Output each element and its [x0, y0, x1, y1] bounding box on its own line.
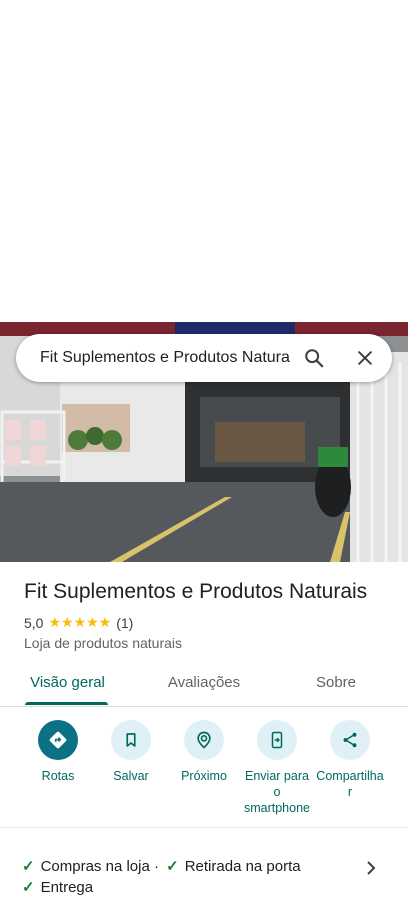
rating-value: 5,0 [24, 614, 44, 631]
search-input[interactable] [40, 349, 290, 367]
check-icon: ✓ [166, 858, 179, 875]
tab-about[interactable]: Sobre [296, 662, 376, 706]
section-divider [0, 827, 408, 828]
rating-row[interactable]: 5,0 ★★★★★ (1) [24, 614, 133, 631]
send-to-phone-label-line1: Enviar para [245, 769, 309, 783]
blank-map-area [0, 0, 408, 322]
service-options[interactable]: ✓ Compras na loja · ✓ Retirada na porta ✓ E… [22, 856, 301, 898]
share-label: Compartilha r [316, 768, 383, 800]
share-icon [330, 720, 370, 760]
bookmark-icon [111, 720, 151, 760]
feature-separator: · [153, 858, 159, 875]
nearby-icon [184, 720, 224, 760]
send-to-phone-icon [257, 720, 297, 760]
send-to-phone-button[interactable]: Enviar para o smartphone [239, 720, 315, 816]
feature-delivery: Entrega [40, 879, 94, 896]
check-icon: ✓ [22, 879, 35, 896]
share-label-line2: r [347, 785, 353, 799]
directions-button[interactable]: Rotas [20, 720, 96, 784]
nearby-button[interactable]: Próximo [166, 720, 242, 784]
tab-reviews[interactable]: Avaliações [155, 662, 253, 706]
place-category[interactable]: Loja de produtos naturais [24, 635, 182, 651]
star-rating-icon: ★★★★★ [48, 614, 112, 630]
place-title: Fit Suplementos e Produtos Naturais [24, 580, 368, 603]
directions-label: Rotas [41, 769, 75, 783]
send-to-phone-label: Enviar para o smartphone [244, 768, 310, 816]
check-icon: ✓ [22, 858, 35, 875]
close-icon[interactable] [353, 346, 377, 370]
save-label: Salvar [113, 769, 149, 783]
search-bar[interactable] [16, 334, 392, 382]
send-to-phone-label-line2: o [273, 785, 281, 799]
nearby-label: Próximo [181, 769, 227, 783]
send-to-phone-label-line3: smartphone [243, 801, 310, 815]
feature-curbside: Retirada na porta [184, 858, 301, 875]
tab-bar: Visão geral Avaliações Sobre [0, 662, 408, 707]
share-button[interactable]: Compartilha r [312, 720, 388, 800]
review-count[interactable]: (1) [116, 615, 133, 631]
save-button[interactable]: Salvar [93, 720, 169, 784]
search-icon[interactable] [302, 346, 326, 370]
directions-icon [38, 720, 78, 760]
tab-overview[interactable]: Visão geral [20, 662, 115, 706]
chevron-right-icon[interactable] [364, 860, 378, 881]
active-tab-indicator [25, 702, 108, 705]
feature-in-store: Compras na loja [40, 858, 150, 875]
share-label-line1: Compartilha [316, 769, 384, 783]
